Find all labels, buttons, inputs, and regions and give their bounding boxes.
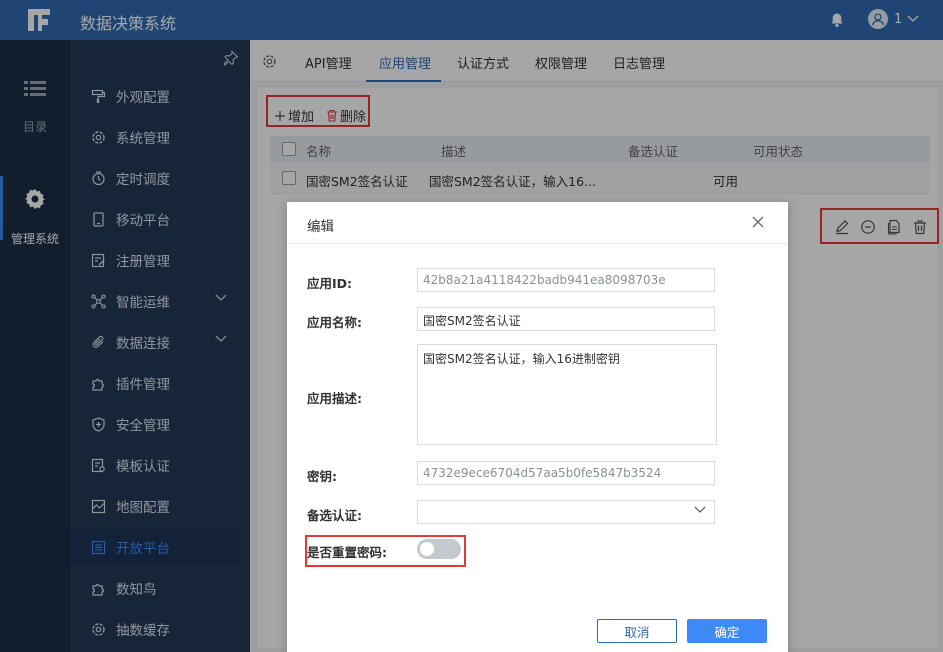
app-id-label: 应用ID: [307, 276, 353, 291]
alt-auth-select[interactable] [417, 500, 715, 524]
app-id-field[interactable]: 42b8a21a4118422badb941ea8098703e [417, 268, 715, 292]
edit-dialog: 编辑 应用ID: 42b8a21a4118422badb941ea8098703… [287, 202, 788, 652]
app-desc-textarea[interactable]: 国密SM2签名认证，输入16进制密钥 [417, 344, 717, 445]
reset-password-toggle[interactable] [417, 539, 461, 559]
app-name-label: 应用名称: [307, 315, 362, 330]
close-icon[interactable] [750, 214, 766, 230]
app-name-field[interactable]: 国密SM2签名认证 [417, 307, 715, 331]
confirm-button[interactable]: 确定 [687, 619, 767, 643]
dialog-header: 编辑 [287, 202, 788, 244]
toggle-knob [420, 542, 434, 556]
cancel-button[interactable]: 取消 [597, 619, 677, 643]
dialog-title: 编辑 [307, 219, 334, 235]
secret-label: 密钥: [307, 469, 337, 484]
chevron-down-icon [694, 506, 706, 513]
alt-auth-label: 备选认证: [307, 508, 362, 523]
app-desc-label: 应用描述: [307, 391, 362, 406]
secret-field[interactable]: 4732e9ece6704d57aa5b0fe5847b3524 [417, 461, 715, 485]
reset-password-label: 是否重置密码: [307, 545, 387, 560]
